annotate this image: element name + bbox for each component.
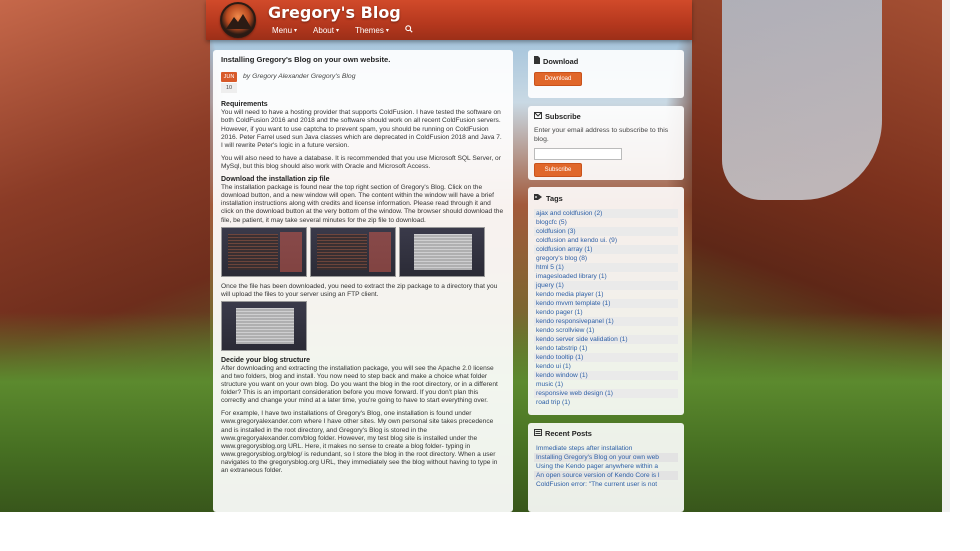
chevron-down-icon: ▾ xyxy=(294,27,298,34)
tag-link[interactable]: kendo tabstrip (1) xyxy=(534,344,678,353)
search-button[interactable] xyxy=(405,25,413,35)
tag-link[interactable]: kendo tooltip (1) xyxy=(534,353,678,362)
envelope-icon xyxy=(534,112,542,121)
subscribe-title: Subscribe xyxy=(545,112,581,121)
recent-post-link[interactable]: An open source version of Kendo Core is … xyxy=(534,471,678,480)
paragraph: Once the file has been downloaded, you n… xyxy=(221,282,498,298)
widget-title: Tags xyxy=(534,193,678,203)
tag-link[interactable]: coldfusion (3) xyxy=(534,227,678,236)
site-header: Gregory's Blog Menu ▾ About ▾ Themes ▾ xyxy=(206,0,692,40)
recent-post-link[interactable]: Installing Gregory's Blog on your own we… xyxy=(534,453,678,462)
tag-link[interactable]: kendo mvvm template (1) xyxy=(534,299,678,308)
tag-link[interactable]: imagesloaded library (1) xyxy=(534,272,678,281)
page-scrollbar[interactable] xyxy=(942,0,950,512)
tag-link[interactable]: coldfusion array (1) xyxy=(534,245,678,254)
subscribe-text: Enter your email address to subscribe to… xyxy=(534,127,669,143)
tag-link[interactable]: coldfusion and kendo ui. (9) xyxy=(534,236,678,245)
paragraph: For example, I have two installations of… xyxy=(221,410,498,474)
screenshot-thumbnail[interactable] xyxy=(310,226,396,277)
tag-link[interactable]: gregory's blog (8) xyxy=(534,254,678,263)
tag-link[interactable]: kendo window (1) xyxy=(534,371,678,380)
tag-link[interactable]: kendo scrollview (1) xyxy=(534,326,678,335)
paragraph: After downloading and extracting the ins… xyxy=(221,364,498,405)
section-heading: Decide your blog structure xyxy=(221,356,311,364)
screenshot-gallery xyxy=(221,226,505,277)
main-nav: Menu ▾ About ▾ Themes ▾ xyxy=(272,25,413,35)
tag-link[interactable]: responsive web design (1) xyxy=(534,389,678,398)
tag-link[interactable]: kendo ui (1) xyxy=(534,362,678,371)
screenshot-gallery xyxy=(221,300,505,351)
nav-menu[interactable]: Menu ▾ xyxy=(272,25,297,35)
list-icon xyxy=(534,429,542,438)
site-logo[interactable] xyxy=(220,2,256,38)
subscribe-widget: Subscribe Enter your email address to su… xyxy=(528,106,684,180)
tags-widget: Tags ajax and coldfusion (2) blogcfc (5)… xyxy=(528,187,684,415)
tag-list: ajax and coldfusion (2) blogcfc (5) cold… xyxy=(534,209,678,407)
date-badge: JUN 10 xyxy=(221,72,237,94)
date-month: JUN xyxy=(221,72,237,83)
site-title[interactable]: Gregory's Blog xyxy=(268,3,401,22)
nav-about-label: About xyxy=(313,25,334,35)
download-title: Download xyxy=(543,56,579,66)
sky xyxy=(722,0,882,200)
paragraph: The installation package is found near t… xyxy=(221,184,504,224)
tag-link[interactable]: jquery (1) xyxy=(534,281,678,290)
widget-title: Subscribe xyxy=(534,112,678,121)
mountain-icon xyxy=(226,14,252,29)
search-icon xyxy=(405,25,413,35)
tag-link[interactable]: kendo responsivepanel (1) xyxy=(534,317,678,326)
widget-title: Download xyxy=(534,56,678,66)
nav-themes-label: Themes xyxy=(354,25,384,35)
paragraph: You will need to have a hosting provider… xyxy=(221,109,502,149)
tag-link[interactable]: ajax and coldfusion (2) xyxy=(534,209,678,218)
post-byline: by Gregory Alexander Gregory's Blog xyxy=(243,73,356,81)
recent-post-list: Immediate steps after installation Insta… xyxy=(534,444,678,489)
chevron-down-icon: ▾ xyxy=(335,27,339,34)
recent-posts-widget: Recent Posts Immediate steps after insta… xyxy=(528,423,684,512)
email-field[interactable] xyxy=(534,148,622,160)
tag-icon xyxy=(534,193,543,203)
file-icon xyxy=(534,56,540,66)
screenshot-thumbnail[interactable] xyxy=(221,226,307,277)
subscribe-button[interactable]: Subscribe xyxy=(534,163,582,177)
screenshot-thumbnail[interactable] xyxy=(399,226,485,277)
tag-link[interactable]: kendo media player (1) xyxy=(534,290,678,299)
nav-menu-label: Menu xyxy=(272,25,293,35)
post-panel: Installing Gregory's Blog on your own we… xyxy=(213,50,513,512)
post-title[interactable]: Installing Gregory's Blog on your own we… xyxy=(221,55,505,64)
post-meta: JUN 10 by Gregory Alexander Gregory's Bl… xyxy=(221,72,505,94)
download-widget: Download Download xyxy=(528,50,684,98)
tag-link[interactable]: blogcfc (5) xyxy=(534,218,678,227)
date-day: 10 xyxy=(221,83,237,94)
chevron-down-icon: ▾ xyxy=(385,27,389,34)
section-heading: Download the installation zip file xyxy=(221,176,330,184)
tag-link[interactable]: kendo server side validation (1) xyxy=(534,335,678,344)
nav-themes[interactable]: Themes ▾ xyxy=(355,25,389,35)
tag-link[interactable]: kendo pager (1) xyxy=(534,308,678,317)
download-button[interactable]: Download xyxy=(534,72,582,86)
section-heading: Requirements xyxy=(221,101,268,109)
tag-link[interactable]: music (1) xyxy=(534,380,678,389)
screenshot-thumbnail[interactable] xyxy=(221,300,307,351)
recent-title: Recent Posts xyxy=(545,429,592,438)
recent-post-link[interactable]: Using the Kendo pager anywhere within a xyxy=(534,462,678,471)
paragraph: You will also need to have a database. I… xyxy=(221,154,501,170)
tag-link[interactable]: road trip (1) xyxy=(534,398,678,407)
widget-title: Recent Posts xyxy=(534,429,678,438)
tag-link[interactable]: html 5 (1) xyxy=(534,263,678,272)
recent-post-link[interactable]: ColdFusion error: "The current user is n… xyxy=(534,480,678,489)
tags-title: Tags xyxy=(546,193,563,203)
nav-about[interactable]: About ▾ xyxy=(313,25,339,35)
recent-post-link[interactable]: Immediate steps after installation xyxy=(534,444,678,453)
